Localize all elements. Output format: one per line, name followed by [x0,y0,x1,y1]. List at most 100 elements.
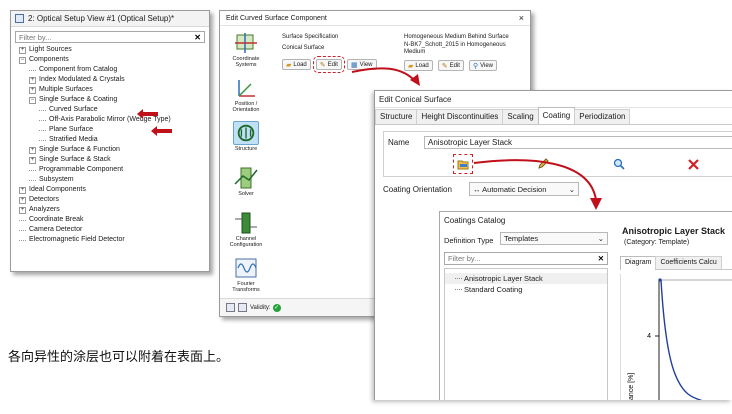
window-title: 2: Optical Setup View #1 (Optical Setup)… [28,14,175,23]
tree-item[interactable]: Camera Detector [19,225,209,235]
tree-item[interactable]: − Components [19,55,209,65]
tree-item[interactable]: Subsystem [19,175,209,185]
list-item-label: Anisotropic Layer Stack [464,274,543,283]
collapse-icon[interactable]: − [19,56,26,64]
sidebar-item-position-orientation[interactable]: Position / Orientation [226,76,266,116]
load-medium-button[interactable]: ▰ Load [404,60,433,71]
tree-item[interactable]: + Detectors [19,195,209,205]
sidebar-item-solver[interactable]: Solver [226,166,266,206]
y-tick-label: 4 [647,333,651,340]
tab-coefficients[interactable]: Coefficients Calcu [655,256,722,269]
expand-icon[interactable]: + [29,86,36,94]
tree-item-label: Light Sources [29,46,72,53]
list-item-label: Standard Coating [464,285,523,294]
edit-coating-button[interactable] [536,157,550,171]
sidebar-item-fourier-transforms[interactable]: Fourier Transforms [226,256,266,296]
clear-filter-icon[interactable]: ✕ [194,33,201,42]
clear-filter-icon[interactable]: ✕ [598,254,604,263]
tree-item-label: Multiple Surfaces [39,86,93,93]
diagram-plot: 4 ance [%] [620,274,732,400]
definition-type-label: Definition Type [444,236,494,245]
tree-item[interactable]: Programmable Component [19,165,209,175]
tree-item-label: Ideal Components [29,186,86,193]
open-catalog-button[interactable] [453,154,473,174]
sidebar-item-structure[interactable]: Structure [226,121,266,161]
tree-item[interactable]: − Single Surface & Coating [19,95,209,105]
definition-type-select[interactable]: Templates ⌄ [500,232,608,245]
expand-icon[interactable]: + [29,156,36,164]
tree-item[interactable]: + Ideal Components [19,185,209,195]
coating-name-field[interactable]: Anisotropic Layer Stack [424,136,732,149]
tab-coating[interactable]: Coating [537,107,576,124]
tree-item[interactable]: + Single Surface & Function [19,145,209,155]
expand-icon[interactable]: + [19,196,26,204]
tree-item-label: Off-Axis Parabolic Mirror (Wedge Type) [49,116,171,123]
expand-icon[interactable]: + [19,206,26,214]
tree-item[interactable]: Electromagnetic Field Detector [19,235,209,245]
filter-placeholder: Filter by... [19,32,52,42]
load-surface-button[interactable]: ▰ Load [282,59,311,70]
expand-icon[interactable]: + [19,186,26,194]
sidebar-item-coordinate-systems[interactable]: Coordinate Systems [226,31,266,71]
sidebar-label: Solver [238,191,254,197]
view-surface-button[interactable]: ▦ View [346,59,377,70]
tree-item[interactable]: + Index Modulated & Crystals [19,75,209,85]
pencil-icon: ✎ [441,62,448,70]
expand-icon[interactable]: + [29,146,36,154]
tree-item[interactable]: Off-Axis Parabolic Mirror (Wedge Type) [19,115,209,125]
list-item[interactable]: Standard Coating [445,284,607,295]
tree-item[interactable]: Curved Surface [19,105,209,115]
name-label: Name [388,138,410,147]
list-item[interactable]: Anisotropic Layer Stack [445,273,607,284]
tab-height-discontinuities[interactable]: Height Discontinuities [416,109,504,124]
button-label: View [359,61,373,68]
button-label: View [480,62,494,69]
sidebar-item-channel-configuration[interactable]: Channel Configuration [226,211,266,251]
tab-periodization[interactable]: Periodization [574,109,631,124]
magnifier-icon [613,158,625,170]
expand-icon[interactable]: + [29,76,36,84]
surface-spec-group: Surface Specification Conical Surface ▰ … [282,34,392,73]
documentation-icon[interactable] [238,303,247,312]
tree-connector [39,109,46,111]
view-coating-button[interactable] [612,157,626,171]
close-button[interactable]: × [519,13,524,23]
delete-coating-button[interactable] [686,157,700,171]
expand-icon[interactable]: + [19,46,26,54]
edit-surface-button[interactable]: ✎ Edit [312,56,345,73]
collapse-icon[interactable]: − [29,96,36,104]
caption-text: 各向异性的涂层也可以附着在表面上。 [8,349,230,364]
tree-item[interactable]: + Analyzers [19,205,209,215]
coating-orientation-select[interactable]: ↔ Automatic Decision ⌄ [469,182,579,196]
tree-item-label: Analyzers [29,206,60,213]
tree-item[interactable]: + Single Surface & Stack [19,155,209,165]
tab-diagram[interactable]: Diagram [620,256,657,270]
tree-item[interactable]: Component from Catalog [19,65,209,75]
catalog-filter-input[interactable]: Filter by... ✕ [444,252,608,265]
tree-item-label: Subsystem [39,176,74,183]
channel-configuration-icon [235,212,257,234]
surface-spec-value: Conical Surface [282,45,325,51]
sidebar-label: Channel Configuration [229,236,263,248]
save-icon[interactable] [226,303,235,312]
category-sidebar: Coordinate Systems Position / Orientatio… [226,31,268,293]
document-icon [15,14,24,23]
tree-item-label: Single Surface & Function [39,146,120,153]
tab-structure[interactable]: Structure [375,109,418,124]
tree-item[interactable]: Stratified Media [19,135,209,145]
view-icon: ▦ [350,61,358,69]
tree-filter-input[interactable]: Filter by... ✕ [15,31,205,43]
tab-scaling[interactable]: Scaling [502,109,539,124]
view-medium-button[interactable]: ⚲ View [468,60,498,71]
tree-item[interactable]: Coordinate Break [19,215,209,225]
tree-item-label: Curved Surface [49,106,98,113]
button-label: Load [415,62,429,69]
edit-medium-button[interactable]: ✎ Edit [437,60,464,71]
tree-item[interactable]: Plane Surface [19,125,209,135]
optical-setup-view-window: 2: Optical Setup View #1 (Optical Setup)… [10,10,210,272]
tree-item[interactable]: + Light Sources [19,45,209,55]
tree-item[interactable]: + Multiple Surfaces [19,85,209,95]
reflectance-curve [660,279,703,400]
folder-open-icon [457,160,469,169]
tree-connector [29,169,36,171]
